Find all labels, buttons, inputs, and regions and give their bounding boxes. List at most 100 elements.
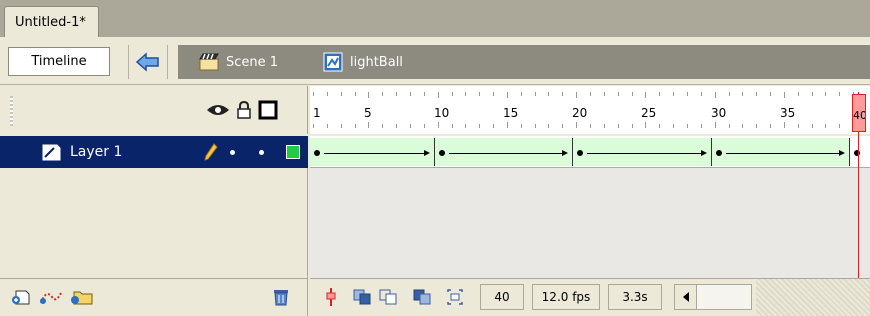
keyframe-dot (439, 150, 445, 156)
ruler-label: 15 (503, 106, 519, 120)
center-frame-icon (326, 288, 336, 306)
add-motion-guide-icon[interactable] (38, 287, 64, 307)
ruler-label: 30 (711, 106, 727, 120)
symbol-breadcrumb[interactable]: lightBall (322, 45, 403, 79)
elapsed-time-field: 3.3s (608, 284, 662, 310)
scene-icon (199, 53, 219, 71)
ruler-tick (355, 124, 356, 128)
ruler-tick (493, 92, 494, 96)
ruler-tick (673, 124, 674, 128)
horizontal-scrollbar[interactable] (674, 284, 752, 310)
ruler-tick (618, 92, 619, 96)
scene-breadcrumb[interactable]: Scene 1 (198, 45, 278, 79)
ruler-tick (396, 92, 397, 96)
edit-bar: Timeline Scene 1 lightBall (0, 37, 870, 85)
ruler-tick (784, 122, 785, 128)
tween-arrow (726, 153, 843, 154)
insert-folder-icon[interactable] (70, 287, 94, 307)
frame-rate-field[interactable]: 12.0 fps (532, 284, 600, 310)
ruler-tick (396, 124, 397, 128)
ruler-tick (452, 124, 453, 128)
timeline-button-label: Timeline (31, 54, 87, 69)
eye-icon[interactable] (206, 102, 230, 118)
scroll-left-button[interactable] (675, 285, 697, 309)
trash-icon[interactable] (272, 287, 290, 307)
ruler-tick (645, 122, 646, 128)
ruler-tick (839, 92, 840, 96)
keyframe-dot (577, 150, 583, 156)
onion-skin-outlines-button[interactable] (378, 286, 400, 308)
back-button[interactable] (128, 45, 168, 79)
ruler-tick (770, 124, 771, 128)
modify-markers-button[interactable] (444, 286, 466, 308)
ruler-tick (507, 122, 508, 128)
layer-panel-header (0, 86, 308, 134)
ruler-tick (548, 124, 549, 128)
ruler-tick (798, 124, 799, 128)
ruler-label: 25 (641, 106, 657, 120)
scrollbar-track[interactable] (756, 279, 870, 316)
onion-skin-outlines-icon (379, 289, 397, 305)
document-tab[interactable]: Untitled-1* (4, 6, 99, 37)
document-tab-label: Untitled-1* (15, 14, 86, 30)
ruler-tick (756, 92, 757, 96)
layer-panel-footer (0, 278, 308, 316)
modify-markers-icon (447, 289, 463, 305)
playhead[interactable]: 40 (852, 94, 866, 132)
ruler-tick (438, 122, 439, 128)
ruler-tick (812, 124, 813, 128)
ruler-tick (562, 92, 563, 96)
ruler-tick (493, 124, 494, 128)
ruler-tick (452, 92, 453, 96)
movieclip-icon (323, 52, 343, 72)
timeline-toggle-button[interactable]: Timeline (8, 47, 110, 76)
layer-visibility-dot[interactable] (230, 149, 236, 155)
panel-grip[interactable] (10, 96, 13, 126)
ruler-tick (825, 124, 826, 128)
lock-icon[interactable] (234, 100, 254, 120)
edit-multiple-frames-button[interactable] (412, 286, 434, 308)
ruler-tick (839, 124, 840, 128)
ruler-tick (687, 124, 688, 128)
ruler-tick (604, 92, 605, 96)
ruler-tick (382, 92, 383, 96)
ruler-tick (729, 92, 730, 96)
tween-arrowhead (701, 150, 707, 156)
motion-tween-span[interactable] (712, 138, 850, 166)
insert-layer-icon[interactable] (10, 287, 32, 307)
ruler-tick (341, 124, 342, 128)
motion-tween-span[interactable] (310, 138, 435, 166)
motion-tween-span[interactable] (435, 138, 573, 166)
frame-ruler[interactable]: 1 5 10 15 20 25 30 35 (310, 86, 870, 134)
ruler-tick (535, 92, 536, 96)
onion-skin-icon (353, 289, 371, 305)
ruler-tick (438, 92, 439, 98)
onion-skin-button[interactable] (352, 286, 374, 308)
ruler-tick (770, 92, 771, 96)
ruler-tick (562, 124, 563, 128)
pencil-icon (204, 143, 219, 161)
tween-arrowhead (839, 150, 845, 156)
ruler-tick (742, 92, 743, 96)
ruler-label: 5 (364, 106, 372, 120)
ruler-tick (479, 92, 480, 96)
tween-arrow (587, 153, 705, 154)
layer-outline-color[interactable] (286, 145, 301, 159)
layer-frames-track[interactable] (310, 136, 870, 168)
motion-tween-span[interactable] (573, 138, 712, 166)
outline-square-icon[interactable] (258, 100, 278, 120)
layer-lock-dot[interactable] (259, 149, 265, 155)
ruler-tick (604, 124, 605, 128)
ruler-tick (382, 124, 383, 128)
center-frame-button[interactable] (320, 286, 342, 308)
scrollbar-thumb[interactable] (697, 285, 751, 309)
layer-row[interactable]: Layer 1 (0, 136, 308, 168)
ruler-tick (590, 124, 591, 128)
ruler-tick (742, 124, 743, 128)
current-frame-field: 40 (480, 284, 524, 310)
ruler-tick (313, 124, 314, 128)
tween-arrowhead (424, 150, 430, 156)
ruler-tick (659, 124, 660, 128)
breadcrumb-bar (178, 45, 870, 79)
keyframe-dot (854, 150, 860, 156)
